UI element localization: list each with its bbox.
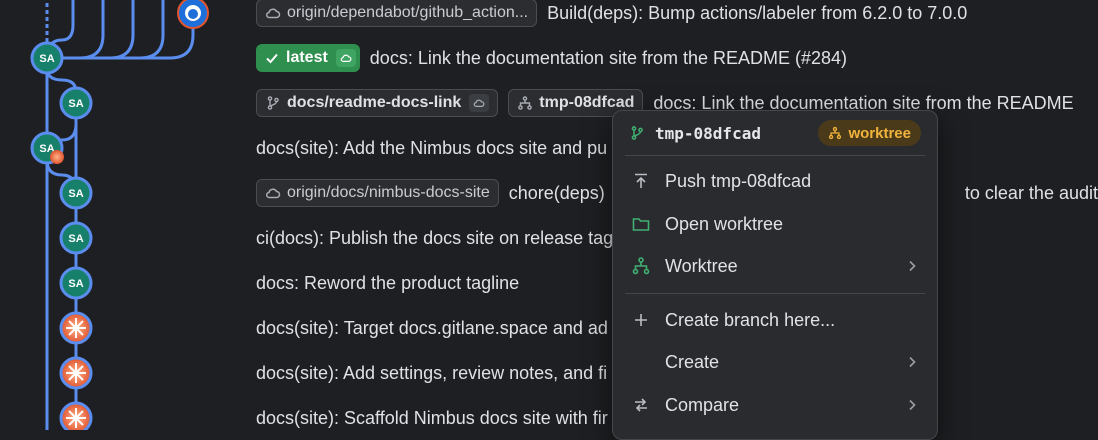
ref-label: origin/docs/nimbus-docs-site xyxy=(287,184,490,201)
context-menu: tmp-08dfcad worktree Push tmp-08dfcad Op… xyxy=(612,110,938,440)
commit-row[interactable]: latest docs: Link the documentation site… xyxy=(256,43,847,73)
folder-icon xyxy=(631,214,651,234)
commit-row[interactable]: docs(site): Add settings, review notes, … xyxy=(256,358,607,388)
worktree-icon xyxy=(631,256,651,276)
ref-label: latest xyxy=(286,49,328,66)
menu-item-label: Worktree xyxy=(665,255,738,276)
compare-icon xyxy=(631,395,651,415)
menu-item-create[interactable]: Create xyxy=(613,342,937,382)
commit-message: docs(site): Scaffold Nimbus docs site wi… xyxy=(256,407,608,428)
cloud-icon xyxy=(265,185,281,201)
menu-item-label: Create xyxy=(665,351,720,372)
branch-icon xyxy=(265,95,281,111)
check-icon xyxy=(264,50,280,66)
branch-chip[interactable]: docs/readme-docs-link xyxy=(256,89,499,117)
plus-icon xyxy=(631,310,651,330)
chevron-right-icon xyxy=(905,259,919,273)
cloud-icon xyxy=(335,49,356,67)
worktree-icon xyxy=(517,95,533,111)
menu-item-label: Open worktree xyxy=(665,213,784,234)
graph-merge-curve xyxy=(47,0,165,60)
avatar-initials: SA xyxy=(68,278,83,290)
avatar: SA xyxy=(59,176,93,210)
commit-message: docs(site): Add the Nimbus docs site and… xyxy=(256,137,608,158)
cloud-icon xyxy=(265,5,281,21)
menu-item-push[interactable]: Push tmp-08dfcad xyxy=(613,161,937,201)
commit-message-tail: to clear the audit xyxy=(964,182,1098,203)
worktree-badge-label: worktree xyxy=(848,124,911,142)
menu-divider xyxy=(625,155,925,156)
commit-row[interactable]: docs: Reword the product tagline xyxy=(256,268,519,298)
worktree-badge: worktree xyxy=(818,120,921,146)
menu-item-label: Create branch here... xyxy=(665,309,836,330)
push-icon xyxy=(631,171,651,191)
tag-chip-latest[interactable]: latest xyxy=(256,44,360,72)
worktree-icon xyxy=(829,126,842,140)
agent-badge-icon xyxy=(50,150,64,164)
menu-divider xyxy=(625,293,925,294)
cloud-icon xyxy=(469,94,490,112)
agent-avatar-icon xyxy=(59,311,93,345)
commit-row[interactable]: ci(docs): Publish the docs site on relea… xyxy=(256,223,613,253)
avatar: SA xyxy=(59,221,93,255)
avatar-initials: SA xyxy=(39,53,54,65)
menu-item-label: Push tmp-08dfcad xyxy=(665,170,812,191)
commit-message: docs: Link the documentation site from t… xyxy=(369,47,848,68)
agent-avatar-icon xyxy=(59,356,93,390)
branch-icon xyxy=(629,125,645,141)
commit-message: ci(docs): Publish the docs site on relea… xyxy=(256,227,614,248)
avatar: SA xyxy=(59,86,93,120)
commit-message: Build(deps): Bump actions/labeler from 6… xyxy=(547,2,968,23)
commit-message: docs(site): Target docs.gitlane.space an… xyxy=(256,317,608,338)
context-menu-header: tmp-08dfcad worktree xyxy=(613,111,937,155)
chevron-right-icon xyxy=(905,355,919,369)
context-menu-branch-name: tmp-08dfcad xyxy=(655,123,761,143)
menu-item-create-branch[interactable]: Create branch here... xyxy=(613,300,937,340)
menu-item-label: Compare xyxy=(665,394,740,415)
remote-branch-chip[interactable]: origin/dependabot/github_action... xyxy=(256,0,538,27)
commit-row[interactable]: docs(site): Scaffold Nimbus docs site wi… xyxy=(256,403,608,433)
avatar-initials: SA xyxy=(68,98,83,110)
avatar: SA xyxy=(30,41,64,75)
ref-label: docs/readme-docs-link xyxy=(287,94,462,111)
commit-graph: SA SA SA SA SA SA xyxy=(30,0,209,430)
commit-row[interactable]: docs(site): Target docs.gitlane.space an… xyxy=(256,313,608,343)
commit-row[interactable]: docs(site): Add the Nimbus docs site and… xyxy=(256,133,607,163)
commit-row[interactable]: origin/dependabot/github_action... Build… xyxy=(256,0,967,28)
commit-message: chore(deps) xyxy=(508,182,605,203)
commit-message: docs(site): Add settings, review notes, … xyxy=(256,362,608,383)
chevron-right-icon xyxy=(905,398,919,412)
remote-branch-chip[interactable]: origin/docs/nimbus-docs-site xyxy=(256,179,499,207)
commit-message: docs: Reword the product tagline xyxy=(256,272,520,293)
menu-item-open-worktree[interactable]: Open worktree xyxy=(613,204,937,244)
menu-item-worktree[interactable]: Worktree xyxy=(613,246,937,286)
avatar: SA xyxy=(59,266,93,300)
menu-item-compare[interactable]: Compare xyxy=(613,385,937,425)
agent-avatar-icon xyxy=(59,401,93,430)
ref-label: origin/dependabot/github_action... xyxy=(287,4,529,21)
avatar-initials: SA xyxy=(68,233,83,245)
avatar-initials: SA xyxy=(68,188,83,200)
github-node-icon xyxy=(177,0,209,29)
avatar: SA xyxy=(30,131,64,165)
